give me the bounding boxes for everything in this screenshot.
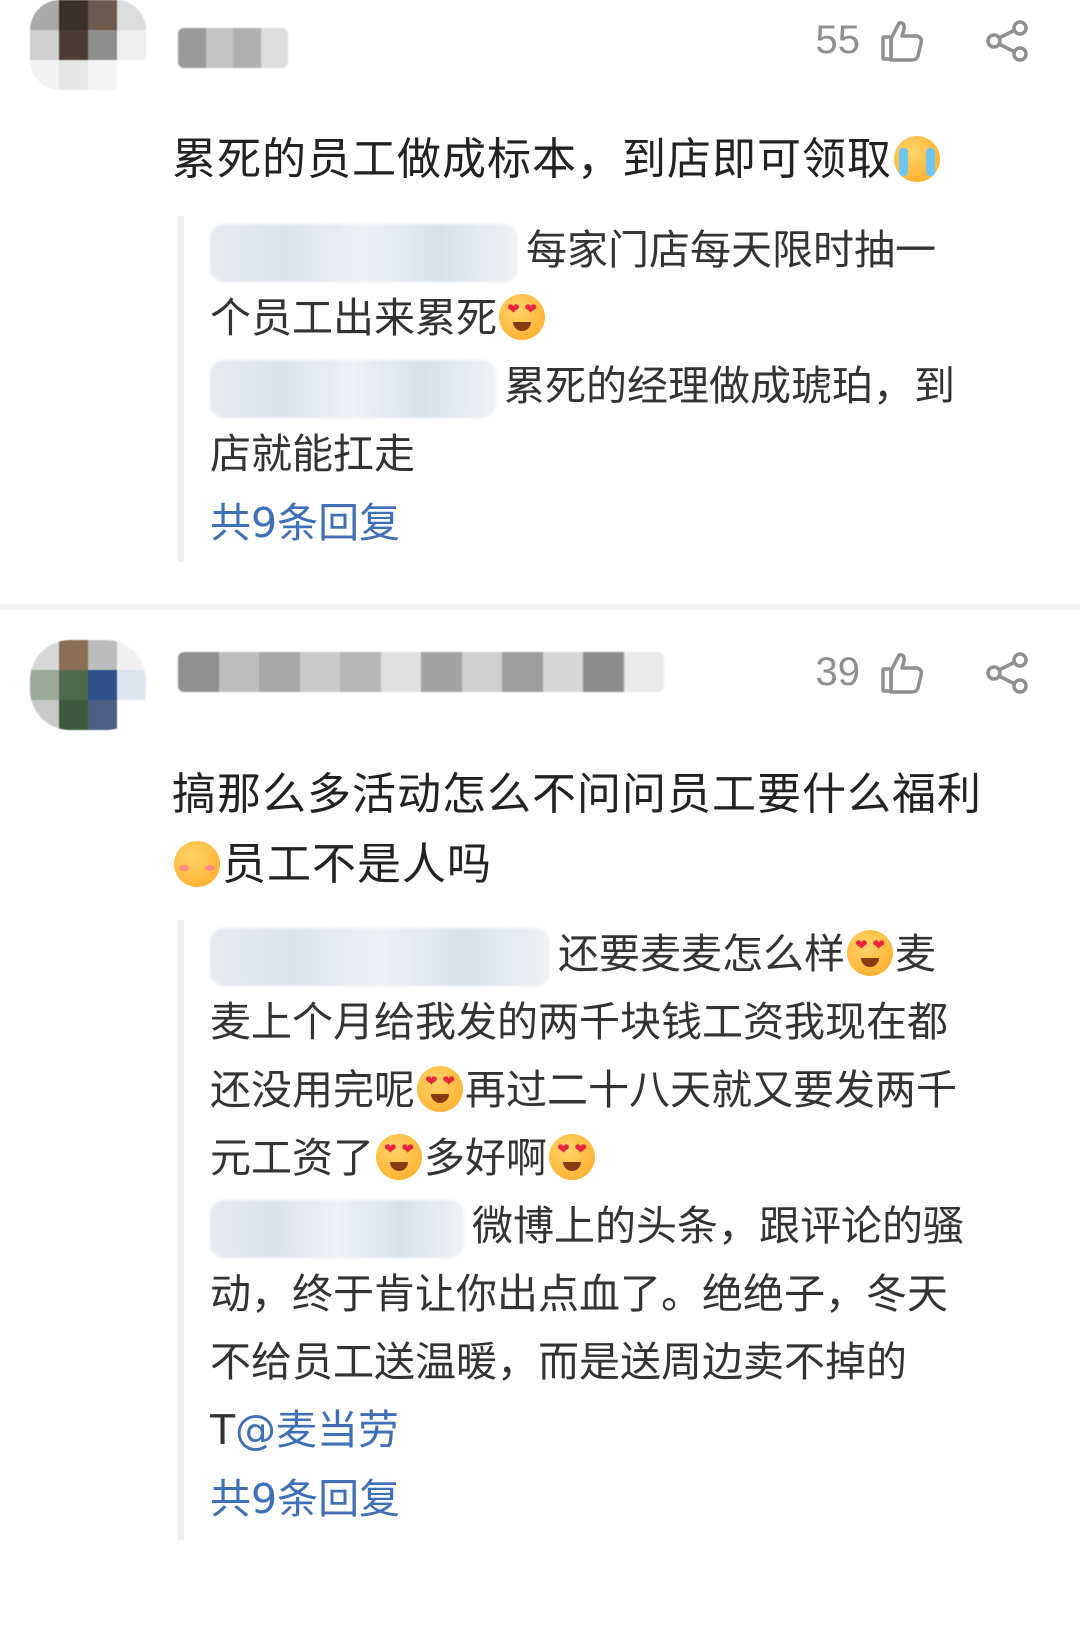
reply-text: 多好啊 <box>424 1134 547 1182</box>
avatar[interactable] <box>30 640 146 730</box>
username-blurred[interactable] <box>178 652 664 692</box>
reply-text: 不给员工送温暖，而是送周边卖不掉的 <box>210 1338 907 1386</box>
reply-text: 麦 <box>895 930 936 978</box>
reply-text: 还要麦麦怎么样 <box>558 930 845 978</box>
share-icon[interactable] <box>984 19 1030 63</box>
heart-eyes-emoji-icon <box>549 1134 595 1180</box>
comment-item: 55 累死的员工做成标本，到店即可领取 每家门店每天限时抽一 个员工出来累死 累… <box>0 0 1080 604</box>
reply-item[interactable]: 每家门店每天限时抽一 个员工出来累死 <box>210 216 1000 352</box>
reply-text: T <box>210 1406 236 1454</box>
heart-eyes-emoji-icon <box>376 1134 422 1180</box>
avatar[interactable] <box>30 0 146 90</box>
reply-text: 每家门店每天限时抽一 <box>526 226 936 274</box>
view-more-replies-link[interactable]: 共9条回复 <box>210 488 400 558</box>
reply-text: 还没用完呢 <box>210 1066 415 1114</box>
reply-text: 累死的经理做成琥珀，到 <box>504 362 955 410</box>
reply-item[interactable]: 累死的经理做成琥珀，到 店就能扛走 <box>210 352 1000 488</box>
reply-text: 个员工出来累死 <box>210 294 497 342</box>
mention-link[interactable]: @麦当劳 <box>235 1406 399 1454</box>
blushing-emoji-icon <box>174 841 220 887</box>
comment-text: 累死的员工做成标本，到店即可领取 <box>172 125 942 195</box>
username-blurred[interactable] <box>178 28 288 68</box>
comment-text: 搞那么多活动怎么不问问员工要什么福利 员工不是人吗 <box>172 760 1032 900</box>
comment-text-content: 搞那么多活动怎么不问问员工要什么福利 <box>172 769 982 820</box>
share-icon[interactable] <box>984 651 1030 695</box>
comment-text-content: 员工不是人吗 <box>222 839 492 890</box>
reply-text: 动，终于肯让你出点血了。绝绝子，冬天 <box>210 1270 948 1318</box>
reply-username-blurred[interactable] <box>210 360 496 418</box>
reply-thread: 每家门店每天限时抽一 个员工出来累死 累死的经理做成琥珀，到 店就能扛走 共9条… <box>178 216 1000 562</box>
reply-text: 店就能扛走 <box>210 430 415 478</box>
comment-actions: 39 <box>816 650 1031 695</box>
reply-item[interactable]: 还要麦麦怎么样 麦 麦上个月给我发的两千块钱工资我现在都 还没用完呢 再过二十八天就… <box>210 920 1010 1192</box>
reply-thread: 还要麦麦怎么样 麦 麦上个月给我发的两千块钱工资我现在都 还没用完呢 再过二十八天就… <box>178 920 1010 1540</box>
reply-text: 元工资了 <box>210 1134 374 1182</box>
thumbs-up-icon[interactable] <box>880 19 924 63</box>
view-more-replies-link[interactable]: 共9条回复 <box>210 1464 400 1534</box>
like-count: 39 <box>815 650 861 694</box>
heart-eyes-emoji-icon <box>847 930 893 976</box>
heart-eyes-emoji-icon <box>499 294 545 340</box>
reply-text: 麦上个月给我发的两千块钱工资我现在都 <box>210 998 948 1046</box>
reply-item[interactable]: 微博上的头条，跟评论的骚 动，终于肯让你出点血了。绝绝子，冬天 不给员工送温暖，… <box>210 1192 1010 1464</box>
reply-text: 微博上的头条，跟评论的骚 <box>472 1202 964 1250</box>
reply-username-blurred[interactable] <box>210 1200 464 1258</box>
comment-item: 39 搞那么多活动怎么不问问员工要什么福利 员工不是人吗 还要麦麦怎么样 麦 麦上… <box>0 630 1080 1636</box>
comment-text-content: 累死的员工做成标本，到店即可领取 <box>172 134 892 185</box>
crying-emoji-icon <box>894 136 940 182</box>
comment-actions: 55 <box>816 18 1031 63</box>
like-count: 55 <box>815 18 861 62</box>
reply-text: 再过二十八天就又要发两千 <box>465 1066 957 1114</box>
reply-username-blurred[interactable] <box>210 224 518 282</box>
heart-eyes-emoji-icon <box>417 1066 463 1112</box>
reply-username-blurred[interactable] <box>210 928 550 986</box>
thumbs-up-icon[interactable] <box>880 651 924 695</box>
comment-divider <box>0 604 1080 610</box>
